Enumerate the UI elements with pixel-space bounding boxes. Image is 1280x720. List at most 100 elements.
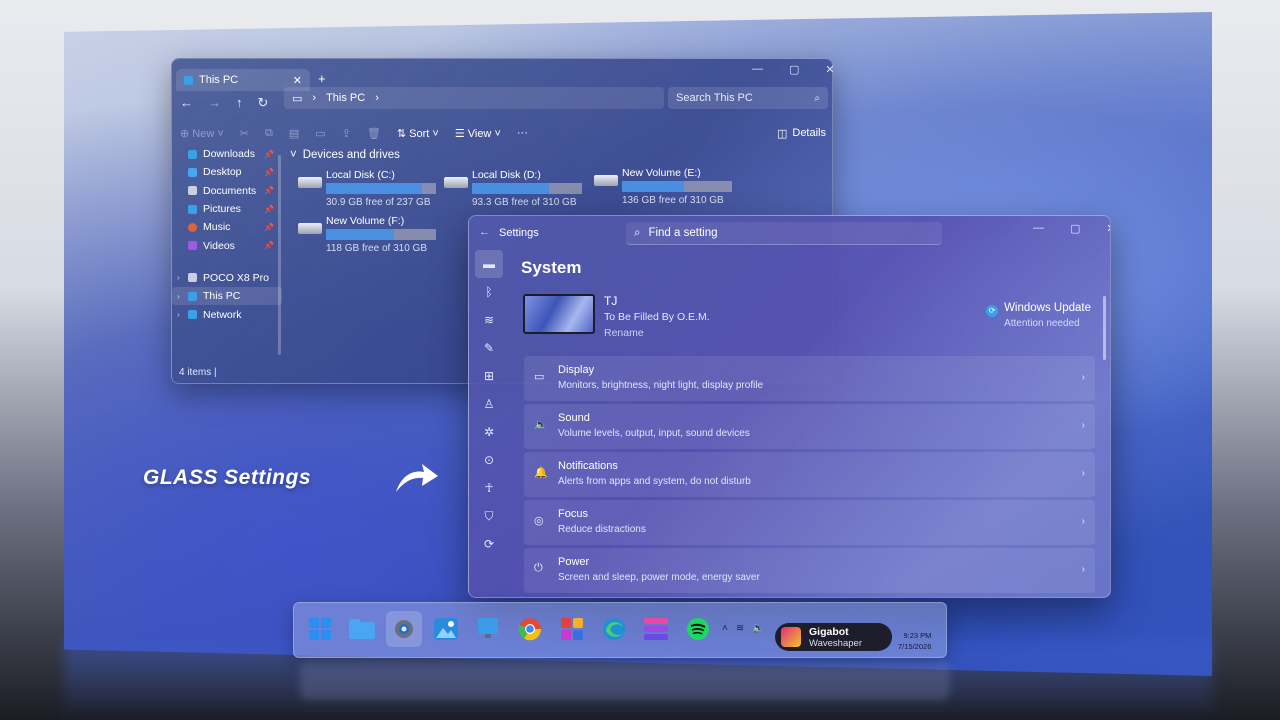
personalization-brush-icon[interactable]: ✎	[475, 334, 503, 362]
videos-icon	[188, 241, 197, 251]
spotify-taskbar-button[interactable]	[680, 611, 716, 647]
chrome-taskbar-button[interactable]	[512, 611, 548, 647]
sidebar-item-poco-x8-pro[interactable]: › POCO X8 Pro	[172, 269, 282, 287]
layers-icon	[644, 618, 668, 640]
settings-item-notifications[interactable]: 🔔 Notifications Alerts from apps and sys…	[524, 452, 1095, 497]
sidebar-scrollbar[interactable]	[278, 155, 281, 355]
minimize-button[interactable]: —	[1033, 222, 1044, 235]
sort-button[interactable]: ⇅ Sort ˅	[397, 127, 439, 140]
share-icon[interactable]: ⇪	[342, 127, 351, 140]
more-options-button[interactable]: ···	[517, 127, 528, 139]
power-icon: ⏻	[534, 562, 543, 574]
maximize-button[interactable]: ▢	[789, 63, 799, 76]
cut-icon[interactable]: ✂	[240, 127, 249, 140]
drive-usage-bar	[326, 229, 436, 240]
media-widget[interactable]: Gigabot Waveshaper	[775, 623, 892, 651]
file-explorer-taskbar-button[interactable]	[344, 611, 380, 647]
rename-link[interactable]: Rename	[604, 327, 644, 339]
back-arrow-icon[interactable]: ←	[180, 95, 193, 111]
phone-icon	[188, 273, 197, 283]
rename-icon[interactable]: ▭	[315, 127, 325, 140]
new-button[interactable]: ⊕ New ˅	[180, 127, 224, 140]
back-arrow-icon[interactable]: ←	[479, 226, 490, 238]
settings-item-focus[interactable]: ◎ Focus Reduce distractions ›	[524, 500, 1095, 545]
sidebar-item-documents[interactable]: Documents 📌	[172, 182, 282, 200]
edge-taskbar-button[interactable]	[596, 611, 632, 647]
minimize-button[interactable]: —	[752, 63, 763, 76]
refresh-icon[interactable]: ↻	[258, 95, 269, 111]
settings-item-power[interactable]: ⏻ Power Screen and sleep, power mode, en…	[524, 548, 1095, 593]
wifi-icon[interactable]: ≋	[736, 623, 744, 634]
drive-free-space: 118 GB free of 310 GB	[326, 243, 427, 254]
system-nav-icon[interactable]: ▬	[475, 250, 503, 278]
settings-scrollbar[interactable]	[1103, 296, 1106, 360]
item-title: Notifications	[558, 460, 618, 472]
volume-icon[interactable]: 🔈	[752, 623, 764, 634]
chevron-right-icon: ›	[1081, 372, 1085, 383]
wifi-icon[interactable]: ≋	[475, 306, 503, 334]
view-button[interactable]: ☰ View ˅	[455, 127, 501, 140]
up-arrow-icon[interactable]: ↑	[236, 95, 243, 111]
settings-item-sound[interactable]: 🔈 Sound Volume levels, output, input, so…	[524, 404, 1095, 449]
copy-icon[interactable]: ⧉	[265, 127, 273, 140]
drive-free-space: 136 GB free of 310 GB	[622, 195, 724, 206]
find-setting-input[interactable]: ⌕ Find a setting	[626, 222, 942, 245]
apps-icon[interactable]: ⊞	[475, 362, 503, 390]
details-pane-icon: ◫	[776, 127, 788, 140]
sidebar-item-pictures[interactable]: Pictures 📌	[172, 200, 282, 218]
breadcrumb-chevron-icon[interactable]: ›	[375, 92, 379, 104]
time-language-icon[interactable]: ✲	[475, 418, 503, 446]
new-tab-button[interactable]: +	[318, 71, 326, 86]
accounts-icon[interactable]: ♙	[475, 390, 503, 418]
close-window-button[interactable]: ✕	[825, 63, 834, 76]
breadcrumb-chevron-icon: ›	[312, 92, 317, 104]
forward-arrow-icon[interactable]: →	[208, 95, 221, 111]
address-bar[interactable]: ▭ › This PC ›	[284, 87, 664, 109]
sidebar-item-music[interactable]: Music 📌	[172, 218, 282, 236]
this-pc-icon	[184, 75, 193, 85]
sidebar-item-this-pc[interactable]: › This PC	[172, 287, 282, 306]
sidebar-item-videos[interactable]: Videos 📌	[172, 236, 282, 254]
item-description: Reduce distractions	[558, 524, 646, 535]
taskbar-apps	[302, 611, 716, 647]
gaming-icon[interactable]: ⊙	[475, 446, 503, 474]
settings-item-display[interactable]: ▭ Display Monitors, brightness, night li…	[524, 356, 1095, 401]
device-model: To Be Filled By O.E.M.	[604, 311, 710, 323]
clock[interactable]: 9:23 PM 7/15/2026	[898, 630, 931, 652]
remote-desktop-taskbar-button[interactable]	[470, 611, 506, 647]
paste-icon[interactable]: ▤	[289, 127, 299, 140]
drive-name: Local Disk (C:)	[326, 169, 395, 181]
chevron-up-icon[interactable]: ˄	[722, 623, 728, 634]
pin-icon: 📌	[264, 186, 274, 196]
chevron-right-icon: ›	[1081, 468, 1085, 479]
delete-icon[interactable]: 🗑	[367, 127, 381, 140]
close-window-button[interactable]: ✕	[1106, 222, 1110, 235]
accessibility-icon[interactable]: ☥	[475, 474, 503, 502]
start-button[interactable]	[302, 611, 338, 647]
sidebar-item-network[interactable]: › Network	[172, 305, 282, 323]
curved-arrow-icon	[396, 464, 438, 492]
chevron-right-icon[interactable]: ›	[177, 310, 180, 319]
settings-taskbar-button[interactable]	[386, 611, 422, 647]
sidebar-item-desktop[interactable]: Desktop 📌	[172, 163, 282, 181]
sidebar-item-downloads[interactable]: Downloads 📌	[172, 145, 282, 163]
details-button[interactable]: ◫ Details	[777, 127, 826, 140]
sidebar-item-label: This PC	[203, 290, 241, 303]
app-launcher-taskbar-button[interactable]	[554, 611, 590, 647]
windows-update-status[interactable]: ⟳ Windows Update Attention needed	[986, 302, 1091, 329]
tab-close-icon[interactable]: ✕	[293, 74, 302, 87]
bluetooth-icon[interactable]: ᛒ	[475, 278, 503, 306]
maximize-button[interactable]: ▢	[1070, 222, 1080, 235]
privacy-shield-icon[interactable]: ⛉	[475, 502, 503, 530]
new-label: New	[192, 127, 215, 140]
device-name: TJ	[604, 294, 618, 308]
chevron-right-icon[interactable]: ›	[177, 273, 180, 282]
breadcrumb-this-pc[interactable]: This PC	[326, 92, 365, 104]
stacked-app-taskbar-button[interactable]	[638, 611, 674, 647]
search-input[interactable]: Search This PC ⌕	[668, 87, 828, 109]
sidebar-item-label: Pictures	[203, 203, 241, 216]
group-header[interactable]: ˅ Devices and drives	[290, 149, 810, 161]
windows-update-icon[interactable]: ⟳	[475, 530, 503, 558]
photos-taskbar-button[interactable]	[428, 611, 464, 647]
chevron-right-icon[interactable]: ›	[177, 292, 180, 301]
